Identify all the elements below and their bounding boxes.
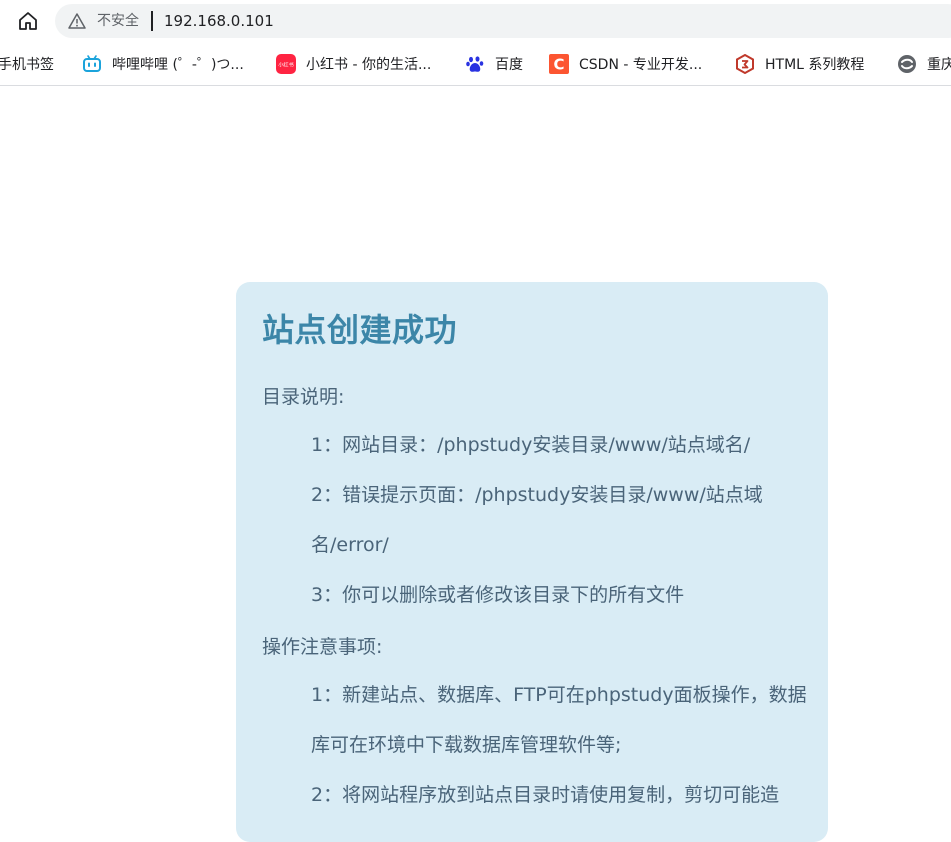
bookmark-label: 百度 <box>495 56 523 73</box>
bookmark-label: 哔哩哔哩 (゜-゜)つ... <box>112 56 244 73</box>
home-button[interactable] <box>14 8 42 34</box>
chongqing-icon <box>898 54 916 73</box>
html-tutorial-icon <box>736 53 754 74</box>
bookmark-label: CSDN - 专业开发... <box>579 56 703 73</box>
directory-heading: 目录说明: <box>262 386 345 408</box>
browser-toolbar: 不安全 192.168.0.101 <box>0 0 951 42</box>
operations-heading: 操作注意事项: <box>262 636 383 658</box>
bookmark-csdn[interactable]: C CSDN - 专业开发... <box>549 42 702 85</box>
bookmark-baidu[interactable]: 百度 <box>465 42 523 85</box>
baidu-paw-icon <box>466 55 484 72</box>
success-card: 站点创建成功 目录说明: 1：网站目录：/phpstudy安装目录/www/站点… <box>236 282 828 842</box>
bilibili-icon <box>83 54 101 72</box>
url-text[interactable]: 192.168.0.101 <box>164 12 274 30</box>
directory-item-1: 1：网站目录：/phpstudy安装目录/www/站点域名/ <box>311 434 751 456</box>
directory-item-2: 2：错误提示页面：/phpstudy安装目录/www/站点域名/error/ <box>311 484 763 556</box>
bookmark-label: 重庆 <box>927 56 951 73</box>
bookmark-xiaohongshu[interactable]: 小红书 小红书 - 你的生活... <box>276 42 431 85</box>
security-status[interactable]: 不安全 <box>97 12 139 30</box>
csdn-icon-letter: C <box>553 55 564 73</box>
operations-item-2: 2：将网站程序放到站点目录时请使用复制，剪切可能造 <box>311 784 780 806</box>
bookmark-bilibili[interactable]: 哔哩哔哩 (゜-゜)つ... <box>82 42 244 85</box>
bookmark-mobile[interactable]: 手机书签 <box>0 42 54 85</box>
xiaohongshu-icon-text: 小红书 <box>278 60 294 68</box>
bookmark-label: 手机书签 <box>0 56 54 73</box>
warning-icon[interactable] <box>68 12 86 30</box>
bookmark-html-tutorial[interactable]: HTML 系列教程 <box>735 42 864 85</box>
page-title: 站点创建成功 <box>262 311 458 349</box>
bookmarks-bar: 手机书签 哔哩哔哩 (゜-゜)つ... 小红书 小红书 - 你的生活... 百度 <box>0 42 951 86</box>
directory-item-3: 3：你可以删除或者修改该目录下的所有文件 <box>311 584 685 606</box>
csdn-icon: C <box>549 53 569 74</box>
operations-item-1: 1：新建站点、数据库、FTP可在phpstudy面板操作，数据库可在环境中下载数… <box>311 684 807 756</box>
bookmark-label: 小红书 - 你的生活... <box>306 56 432 73</box>
xiaohongshu-icon: 小红书 <box>276 53 296 74</box>
bookmark-label: HTML 系列教程 <box>765 56 865 73</box>
text-cursor <box>151 11 153 31</box>
bookmark-chongqing[interactable]: 重庆 <box>897 42 951 85</box>
address-bar[interactable]: 不安全 192.168.0.101 <box>55 4 951 38</box>
home-icon <box>19 12 37 30</box>
